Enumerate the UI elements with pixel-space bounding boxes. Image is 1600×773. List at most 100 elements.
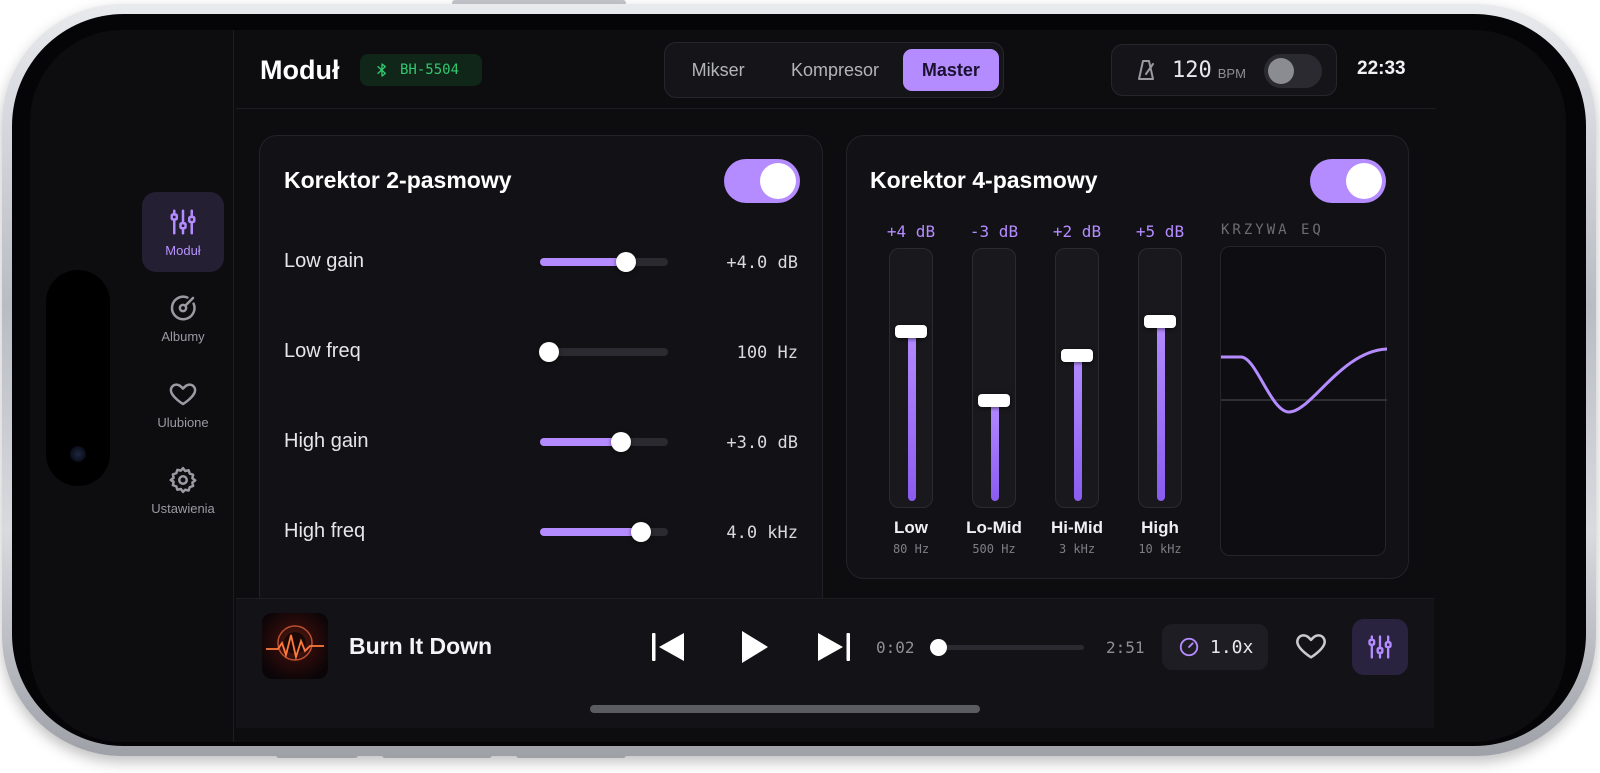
band-slider-thumb[interactable] xyxy=(978,393,1010,407)
device-name: BH-5504 xyxy=(400,62,460,78)
album-art[interactable] xyxy=(262,613,328,679)
band-gain-value: +2 dB xyxy=(1052,222,1102,241)
eq-curve-graph xyxy=(1219,347,1389,414)
song-title: Burn It Down xyxy=(349,633,493,659)
tab-master[interactable]: Master xyxy=(902,49,999,91)
slider-thumb[interactable] xyxy=(615,252,636,272)
skip-next-icon xyxy=(818,633,850,661)
header-divider xyxy=(236,108,1436,109)
speedometer-icon xyxy=(1179,637,1199,657)
toggle-knob xyxy=(760,163,796,199)
low-freq-slider[interactable] xyxy=(538,342,668,362)
band-slider-fill xyxy=(1074,353,1082,501)
slider-fill xyxy=(540,258,626,266)
skip-previous-icon xyxy=(652,633,684,661)
sidebar-item-label: Ulubione xyxy=(157,414,209,430)
bluetooth-icon xyxy=(377,63,386,77)
low-gain-label: Low gain xyxy=(284,250,365,272)
sidebar-item-modul[interactable]: Moduł xyxy=(142,192,224,272)
metronome-icon xyxy=(1138,60,1154,80)
metronome-toggle[interactable] xyxy=(1264,54,1322,88)
eq-curve-label: KRZYWA EQ xyxy=(1221,222,1324,238)
elapsed-time: 0:02 xyxy=(876,638,915,657)
card-title: Korektor 4-pasmowy xyxy=(870,167,1098,193)
sliders-icon xyxy=(170,209,196,234)
band-frequency: 500 Hz xyxy=(972,542,1016,556)
band-frequency: 3 kHz xyxy=(1058,542,1096,556)
band-slider-thumb[interactable] xyxy=(1061,349,1093,363)
band-slider-fill xyxy=(991,397,999,501)
sidebar-item-label: Ustawienia xyxy=(151,500,215,516)
band-gain-value: +5 dB xyxy=(1135,222,1185,241)
gear-icon xyxy=(169,466,197,493)
album-art-image xyxy=(266,625,324,661)
next-button[interactable] xyxy=(814,627,854,667)
band-name: Low xyxy=(894,518,928,537)
playback-speed-button[interactable]: 1.0x xyxy=(1162,624,1268,670)
tab-mikser[interactable]: Mikser xyxy=(669,49,767,91)
band-high: +5 dB High 10 kHz xyxy=(1130,216,1190,556)
sidebar-item-label: Moduł xyxy=(165,242,201,258)
high-freq-slider[interactable] xyxy=(540,522,668,542)
band-slider-track[interactable] xyxy=(1138,248,1182,508)
band-gain-value: +4 dB xyxy=(886,222,936,241)
low-freq-value: 100 Hz xyxy=(736,343,798,363)
slider-fill xyxy=(540,528,642,536)
toggle-knob xyxy=(1268,58,1294,84)
sidebar: Moduł Albumy Ulubione Ustawienia xyxy=(30,30,234,742)
sidebar-item-albumy[interactable]: Albumy xyxy=(142,278,224,358)
sidebar-item-ustawienia[interactable]: Ustawienia xyxy=(142,450,224,530)
band-frequency: 80 Hz xyxy=(892,542,930,556)
high-freq-label: High freq xyxy=(284,520,366,542)
band-gain-value: -3 dB xyxy=(969,222,1019,241)
band-name: Lo-Mid xyxy=(966,518,1022,537)
bpm-unit: BPM xyxy=(1217,65,1246,81)
play-icon xyxy=(742,631,768,663)
play-button[interactable] xyxy=(734,627,774,667)
sidebar-item-label: Albumy xyxy=(161,328,205,344)
slider-thumb[interactable] xyxy=(610,432,631,452)
slider-thumb[interactable] xyxy=(538,342,559,362)
band-slider-track[interactable] xyxy=(972,248,1016,508)
eq-curve-display xyxy=(1219,246,1389,556)
progress-thumb[interactable] xyxy=(929,639,947,656)
favorite-button[interactable] xyxy=(1294,629,1330,665)
metronome-panel: 120 BPM xyxy=(1111,44,1337,96)
high-gain-label: High gain xyxy=(284,430,369,452)
eq-2-band-toggle[interactable] xyxy=(724,159,800,203)
high-freq-value: 4.0 kHz xyxy=(726,523,798,543)
eq-4-band-toggle[interactable] xyxy=(1310,159,1386,203)
band-slider-track[interactable] xyxy=(1055,248,1099,508)
sidebar-item-ulubione[interactable]: Ulubione xyxy=(142,364,224,444)
card-title: Korektor 2-pasmowy xyxy=(284,167,512,193)
home-indicator[interactable] xyxy=(590,705,980,713)
total-duration: 2:51 xyxy=(1106,638,1145,657)
high-gain-slider[interactable] xyxy=(540,432,668,452)
tab-kompresor[interactable]: Kompresor xyxy=(771,49,898,91)
low-gain-slider[interactable] xyxy=(540,252,668,272)
band-lo-mid: -3 dB Lo-Mid 500 Hz xyxy=(964,216,1024,556)
slider-fill xyxy=(540,438,621,446)
band-slider-track[interactable] xyxy=(889,248,933,508)
progress-slider[interactable] xyxy=(929,639,1084,656)
heart-icon xyxy=(169,382,197,405)
band-slider-fill xyxy=(908,328,916,501)
eq-4-band-card: Korektor 4-pasmowy +4 dB Low 80 Hz -3 dB… xyxy=(846,135,1409,579)
previous-button[interactable] xyxy=(648,627,688,667)
low-freq-label: Low freq xyxy=(284,340,361,362)
eq-curve-line xyxy=(1219,347,1389,414)
playback-speed-value: 1.0x xyxy=(1210,636,1254,658)
band-slider-thumb[interactable] xyxy=(895,324,927,338)
band-frequency: 10 kHz xyxy=(1138,542,1182,556)
bluetooth-device-badge[interactable]: BH-5504 xyxy=(360,54,482,86)
low-gain-value: +4.0 dB xyxy=(726,253,798,273)
toggle-knob xyxy=(1346,163,1382,199)
band-hi-mid: +2 dB Hi-Mid 3 kHz xyxy=(1047,216,1107,556)
slider-thumb[interactable] xyxy=(631,522,652,542)
band-slider-thumb[interactable] xyxy=(1144,314,1176,328)
band-name: High xyxy=(1141,518,1179,537)
eq-2-band-card: Korektor 2-pasmowy Low gain +4.0 dB Low … xyxy=(259,135,823,615)
equalizer-button[interactable] xyxy=(1352,619,1408,675)
heart-icon xyxy=(1296,634,1326,659)
mode-tabs: Mikser Kompresor Master xyxy=(664,42,1004,98)
